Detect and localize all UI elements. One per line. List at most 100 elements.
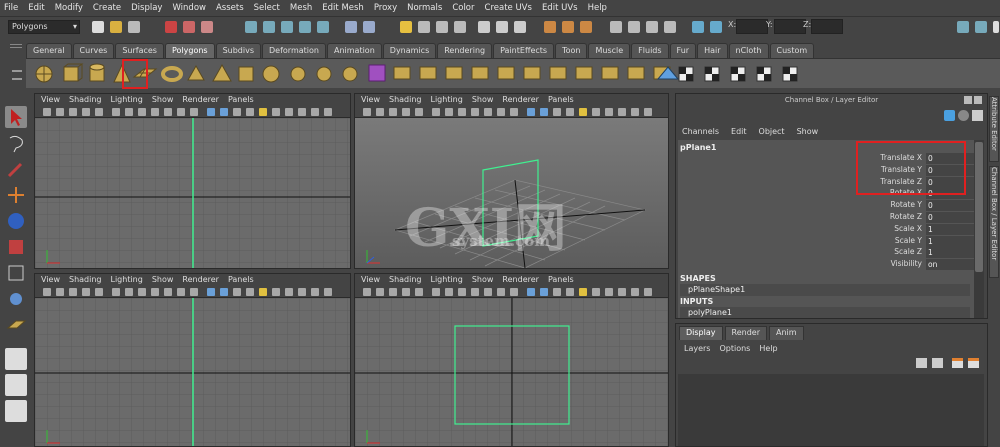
extract-icon[interactable] bbox=[342, 66, 358, 82]
show-hide-attribute-editor-icon[interactable] bbox=[957, 21, 969, 33]
viewport-menu-panels[interactable]: Panels bbox=[228, 94, 254, 106]
viewport-menu-show[interactable]: Show bbox=[152, 94, 174, 106]
smooth-shade-icon[interactable] bbox=[540, 288, 548, 296]
camera-attributes-icon[interactable] bbox=[363, 288, 371, 296]
xray-joints-icon[interactable] bbox=[631, 288, 639, 296]
menu-assets[interactable]: Assets bbox=[216, 3, 244, 13]
wireframe-on-shaded-icon[interactable] bbox=[233, 108, 241, 116]
viewport-menu-view[interactable]: View bbox=[361, 274, 380, 286]
rename-icon[interactable] bbox=[580, 21, 592, 33]
shelf-tab-surfaces[interactable]: Surfaces bbox=[115, 43, 164, 58]
object-name[interactable]: pPlane1 bbox=[680, 143, 716, 152]
outliner-layout-icon[interactable] bbox=[5, 400, 27, 422]
attr-label-rotate-z[interactable]: Rotate Z bbox=[890, 212, 922, 221]
film-gate-icon[interactable] bbox=[445, 108, 453, 116]
move-layer-up-icon[interactable] bbox=[916, 358, 927, 368]
make-live-icon[interactable] bbox=[317, 21, 329, 33]
smooth-shade-icon[interactable] bbox=[540, 108, 548, 116]
shelf-tab-general[interactable]: General bbox=[26, 43, 72, 58]
transform-mode-icon[interactable] bbox=[544, 21, 556, 33]
safe-action-icon[interactable] bbox=[177, 108, 185, 116]
safe-action-icon[interactable] bbox=[177, 288, 185, 296]
combine-icon[interactable] bbox=[290, 66, 306, 82]
single-perspective-layout-icon[interactable] bbox=[5, 348, 27, 370]
smooth-shade-icon[interactable] bbox=[220, 108, 228, 116]
tab-anim[interactable]: Anim bbox=[768, 326, 804, 340]
tab-channel-box-layer-editor[interactable]: Channel Box / Layer Editor bbox=[989, 166, 999, 278]
lasso-tool-icon[interactable] bbox=[5, 132, 27, 154]
attr-value-scale-y[interactable]: 1 bbox=[926, 235, 974, 247]
shelf-tab-fluids[interactable]: Fluids bbox=[631, 43, 669, 58]
image-plane-icon[interactable] bbox=[389, 288, 397, 296]
attr-label-scale-x[interactable]: Scale X bbox=[894, 224, 922, 233]
smooth-shade-icon[interactable] bbox=[220, 288, 228, 296]
xray-icon[interactable] bbox=[618, 108, 626, 116]
menu-edit[interactable]: Edit bbox=[28, 3, 44, 13]
resolution-gate-icon[interactable] bbox=[138, 108, 146, 116]
viewport-menu-shading[interactable]: Shading bbox=[389, 94, 422, 106]
attr-value-scale-z[interactable]: 1 bbox=[926, 247, 974, 259]
image-plane-icon[interactable] bbox=[69, 288, 77, 296]
menu-create[interactable]: Create bbox=[93, 3, 121, 13]
input-node[interactable]: polyPlane1 bbox=[680, 307, 970, 318]
snap-point-icon[interactable] bbox=[281, 21, 293, 33]
viewport-menu-view[interactable]: View bbox=[41, 94, 60, 106]
resolution-gate-icon[interactable] bbox=[458, 108, 466, 116]
cylindrical-mapping-icon[interactable] bbox=[678, 66, 694, 82]
shelf-tab-toon[interactable]: Toon bbox=[555, 43, 588, 58]
xray-joints-icon[interactable] bbox=[311, 288, 319, 296]
grid-toggle-icon[interactable] bbox=[432, 108, 440, 116]
grease-pencil-icon[interactable] bbox=[402, 108, 410, 116]
use-all-lights-icon[interactable] bbox=[579, 288, 587, 296]
move-tool-icon[interactable] bbox=[5, 184, 27, 206]
pick-mask-icon[interactable] bbox=[628, 21, 640, 33]
input-output-icon[interactable] bbox=[345, 21, 357, 33]
viewport-menu-renderer[interactable]: Renderer bbox=[182, 274, 219, 286]
shelf-tab-polygons[interactable]: Polygons bbox=[164, 43, 215, 58]
create-empty-layer-icon[interactable] bbox=[952, 358, 963, 368]
bookmark-icon[interactable] bbox=[56, 108, 64, 116]
menu-select[interactable]: Select bbox=[254, 3, 280, 13]
textured-icon[interactable] bbox=[566, 108, 574, 116]
poly-torus-icon[interactable] bbox=[161, 66, 183, 82]
grid-toggle-icon[interactable] bbox=[112, 108, 120, 116]
menu-window[interactable]: Window bbox=[172, 3, 206, 13]
menu-color[interactable]: Color bbox=[452, 3, 474, 13]
wireframe-icon[interactable] bbox=[527, 108, 535, 116]
hypershade-icon[interactable] bbox=[496, 21, 508, 33]
options-menu[interactable]: Options bbox=[719, 344, 750, 353]
gate-mask-icon[interactable] bbox=[151, 108, 159, 116]
quick-selection-icon[interactable] bbox=[610, 21, 622, 33]
2d-pan-zoom-icon[interactable] bbox=[95, 108, 103, 116]
film-gate-icon[interactable] bbox=[125, 288, 133, 296]
panel-close-icon[interactable] bbox=[974, 96, 982, 104]
grease-pencil-icon[interactable] bbox=[402, 288, 410, 296]
film-gate-icon[interactable] bbox=[125, 108, 133, 116]
menu-set-selector[interactable]: Polygons bbox=[8, 20, 80, 34]
viewport-menu-show[interactable]: Show bbox=[472, 94, 494, 106]
2d-pan-zoom-icon[interactable] bbox=[415, 108, 423, 116]
field-chart-icon[interactable] bbox=[484, 108, 492, 116]
viewport-menu-lighting[interactable]: Lighting bbox=[430, 94, 462, 106]
wireframe-on-shaded-icon[interactable] bbox=[553, 108, 561, 116]
safe-action-icon[interactable] bbox=[497, 288, 505, 296]
poly-plane-tool-icon[interactable] bbox=[5, 314, 27, 336]
attribute-editor-icon[interactable] bbox=[972, 110, 983, 121]
bridge-icon[interactable] bbox=[445, 66, 463, 80]
relative-transform-icon[interactable] bbox=[562, 21, 574, 33]
render-settings-icon[interactable] bbox=[454, 21, 466, 33]
channel-box-icon[interactable] bbox=[944, 110, 955, 121]
shelf-tab-hair[interactable]: Hair bbox=[697, 43, 728, 58]
wireframe-icon[interactable] bbox=[527, 288, 535, 296]
snap-grid-icon[interactable] bbox=[245, 21, 257, 33]
shadows-icon[interactable] bbox=[272, 108, 280, 116]
2d-pan-zoom-icon[interactable] bbox=[95, 288, 103, 296]
xray-components-icon[interactable] bbox=[644, 108, 652, 116]
wireframe-on-shaded-icon[interactable] bbox=[553, 288, 561, 296]
menu-help[interactable]: Help bbox=[588, 3, 607, 13]
smooth-icon[interactable] bbox=[368, 64, 386, 82]
insert-edge-loop-icon[interactable] bbox=[549, 66, 567, 80]
viewport-menu-lighting[interactable]: Lighting bbox=[110, 94, 142, 106]
shadows-icon[interactable] bbox=[272, 288, 280, 296]
camera-attributes-icon[interactable] bbox=[43, 108, 51, 116]
